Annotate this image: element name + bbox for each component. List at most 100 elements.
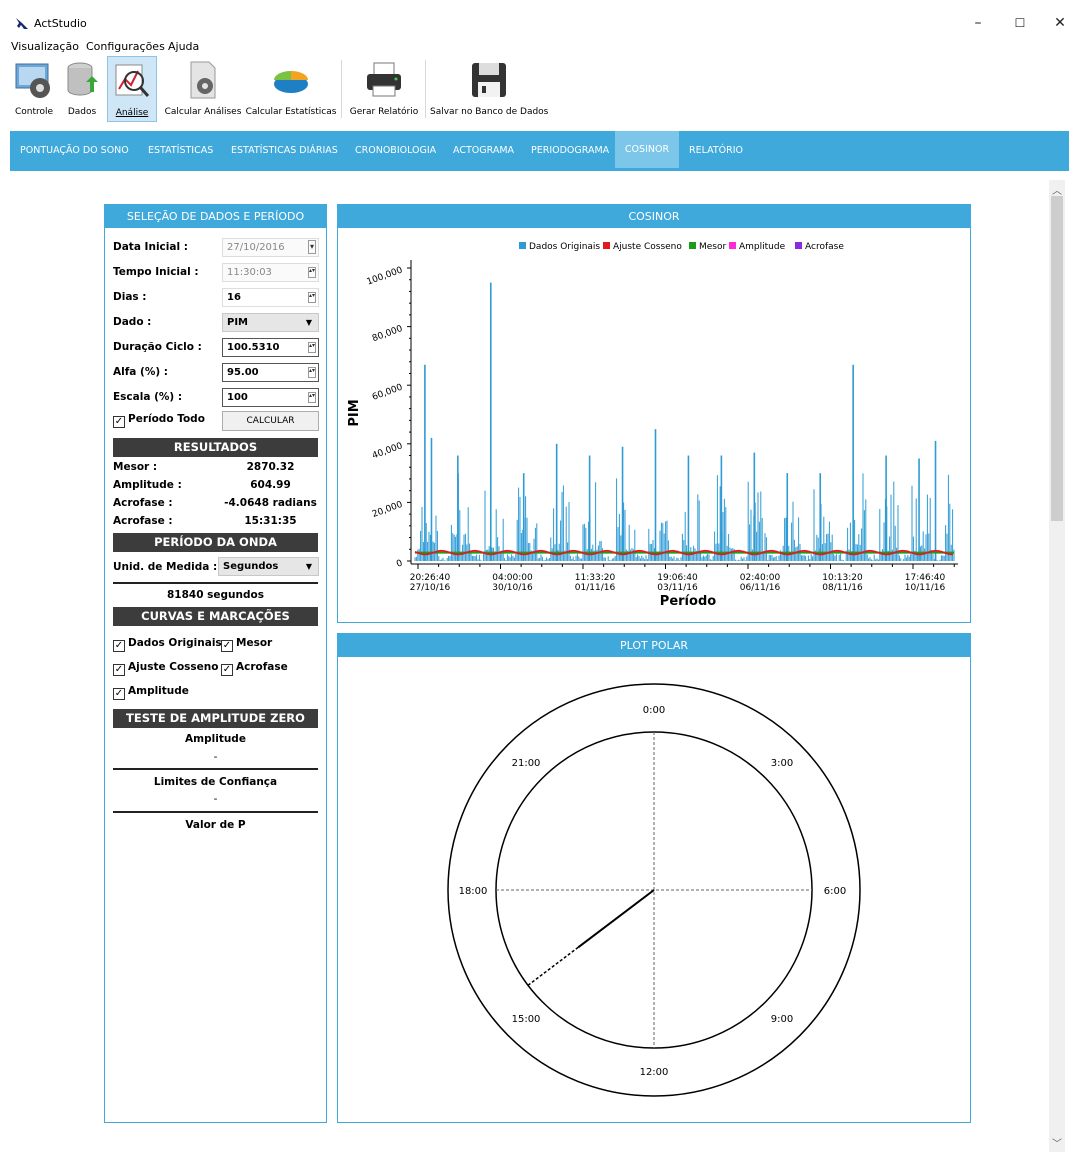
y-tick-label: 60,000 (371, 383, 404, 403)
calendar-dropdown-icon[interactable]: ▾ (308, 240, 316, 254)
tab-actograma[interactable]: ACTOGRAMA (453, 131, 514, 169)
toolbar-calcular-analises-button[interactable]: Calcular Análises (164, 56, 242, 122)
x-tick-date-label: 08/11/16 (822, 583, 863, 593)
escala-field[interactable]: 100 ▴▾ (222, 388, 319, 407)
legend-swatch (603, 242, 610, 249)
toolbar-salvar-button[interactable]: Salvar no Banco de Dados (430, 56, 548, 122)
divider (113, 582, 318, 584)
data-inicial-label: Data Inicial : (113, 241, 188, 253)
mesor-checkbox[interactable]: ✓ Mesor (221, 637, 272, 652)
tab-relatorio[interactable]: RELATÓRIO (689, 131, 743, 169)
vertical-scrollbar[interactable]: ︿ ﹀ (1049, 180, 1065, 1152)
tab-estatisticas[interactable]: ESTATÍSTICAS (148, 131, 213, 169)
checkmark-icon: ✓ (113, 664, 125, 676)
toolbar-salvar-label: Salvar no Banco de Dados (430, 107, 549, 117)
spinner-icon[interactable]: ▴▾ (308, 267, 316, 278)
dados-originais-checkbox[interactable]: ✓ Dados Originais (113, 637, 222, 652)
dado-select[interactable]: PIM ▼ (222, 313, 319, 332)
amplitude-checkbox[interactable]: ✓ Amplitude (113, 685, 189, 700)
analysis-icon (115, 64, 150, 97)
tab-pontuacao-do-sono[interactable]: PONTUAÇÃO DO SONO (20, 131, 129, 169)
duracao-ciclo-label: Duração Ciclo : (113, 341, 202, 353)
toolbar-dados-button[interactable]: Dados (62, 56, 102, 122)
periodo-onda-header: PERÍODO DA ONDA (113, 533, 318, 552)
dados-originais-label: Dados Originais (128, 637, 222, 649)
tempo-inicial-value: 11:30:03 (227, 267, 272, 278)
ajuste-cosseno-label: Ajuste Cosseno (128, 661, 219, 673)
cosinor-panel: COSINOR Dados Originais Ajuste Cosseno Mes… (337, 204, 971, 623)
menu-configuracoes[interactable]: Configurações (86, 40, 165, 53)
result-label: Mesor : (113, 461, 158, 473)
acrophase-vector (577, 889, 655, 949)
tab-cosinor[interactable]: COSINOR (615, 131, 679, 169)
x-tick-date-label: 27/10/16 (410, 583, 451, 593)
menu-ajuda[interactable]: Ajuda (168, 40, 199, 53)
toolbar-controle-label: Controle (14, 107, 54, 117)
escala-label: Escala (%) : (113, 391, 183, 403)
divider (113, 811, 318, 813)
spinner-icon[interactable]: ▴▾ (308, 367, 316, 378)
toolbar: Controle Dados Análise Calcular Análises (0, 56, 1069, 124)
tempo-inicial-field[interactable]: 11:30:03 ▴▾ (222, 263, 319, 282)
x-tick-date-label: 01/11/16 (575, 583, 616, 593)
y-tick-label: 80,000 (371, 324, 404, 344)
dias-field[interactable]: 16 ▴▾ (222, 288, 319, 307)
ajuste-cosseno-checkbox[interactable]: ✓ Ajuste Cosseno (113, 661, 218, 676)
x-tick-time-label: 02:40:00 (740, 573, 781, 583)
checkmark-icon: ✓ (221, 640, 233, 652)
y-axis-title: PIM (347, 399, 362, 426)
result-row: Acrofase : 15:31:35 (113, 515, 318, 527)
alfa-field[interactable]: 95.00 ▴▾ (222, 363, 319, 382)
unid-medida-value: Segundos (223, 561, 279, 572)
result-row: Acrofase : -4.0648 radians (113, 497, 318, 509)
toolbar-gerar-relatorio-label: Gerar Relatório (349, 107, 419, 117)
escala-value: 100 (227, 392, 248, 403)
scroll-down-icon[interactable]: ﹀ (1049, 1135, 1065, 1150)
menu-visualizacao[interactable]: Visualização (11, 40, 79, 53)
close-button[interactable]: ✕ (1045, 12, 1069, 34)
window-title: ActStudio (34, 17, 87, 30)
toolbar-analise-button[interactable]: Análise (107, 56, 157, 122)
maximize-button[interactable]: ☐ (1005, 12, 1035, 34)
x-axis-title: Período (660, 594, 716, 609)
toolbar-gerar-relatorio-button[interactable]: Gerar Relatório (346, 56, 422, 122)
tab-periodograma[interactable]: PERIODOGRAMA (531, 131, 609, 169)
hour-label: 3:00 (771, 758, 793, 769)
toolbar-controle-button[interactable]: Controle (12, 56, 56, 122)
unid-medida-select[interactable]: Segundos ▼ (218, 557, 319, 576)
legend-swatch (519, 242, 526, 249)
x-tick-date-label: 03/11/16 (657, 583, 698, 593)
menu-bar: Visualização Configurações Ajuda (0, 38, 1069, 56)
pie-chart-icon (274, 71, 308, 93)
data-inicial-field[interactable]: 27/10/2016 ▾ (222, 238, 319, 257)
hour-label: 18:00 (459, 886, 488, 897)
result-value: 15:31:35 (244, 515, 297, 527)
periodo-todo-checkbox[interactable]: ✓ Período Todo (113, 413, 205, 428)
calcular-button[interactable]: CALCULAR (222, 411, 319, 431)
scroll-up-icon[interactable]: ︿ (1049, 182, 1065, 197)
toolbar-calcular-estatisticas-button[interactable]: Calcular Estatísticas (245, 56, 337, 122)
duracao-ciclo-field[interactable]: 100.5310 ▴▾ (222, 338, 319, 357)
minimize-button[interactable]: – (963, 12, 993, 34)
hour-label: 15:00 (512, 1014, 541, 1025)
acrofase-checkbox[interactable]: ✓ Acrofase (221, 661, 288, 676)
tab-estatisticas-diarias[interactable]: ESTATÍSTICAS DIÁRIAS (231, 131, 338, 169)
valor-p-label: Valor de P (185, 819, 246, 831)
tab-cronobiologia[interactable]: CRONOBIOLOGIA (355, 131, 436, 169)
chevron-down-icon: ▼ (305, 562, 312, 571)
database-icon (67, 62, 98, 96)
spinner-icon[interactable]: ▴▾ (308, 342, 316, 353)
dias-value: 16 (227, 292, 241, 303)
spinner-icon[interactable]: ▴▾ (308, 392, 316, 403)
checkmark-icon: ✓ (113, 416, 125, 428)
hour-label: 21:00 (512, 758, 541, 769)
hour-label: 6:00 (824, 886, 846, 897)
result-value: -4.0648 radians (224, 497, 317, 509)
spinner-icon[interactable]: ▴▾ (308, 292, 316, 303)
result-label: Amplitude : (113, 479, 182, 491)
cosinor-chart: Dados Originais Ajuste Cosseno Mesor Amplit… (347, 242, 958, 609)
panel-title: SELEÇÃO DE DADOS E PERÍODO (105, 205, 326, 228)
x-tick-time-label: 04:00:00 (492, 573, 533, 583)
scroll-thumb[interactable] (1051, 196, 1063, 521)
teste-amplitude-label: Amplitude (185, 733, 246, 745)
